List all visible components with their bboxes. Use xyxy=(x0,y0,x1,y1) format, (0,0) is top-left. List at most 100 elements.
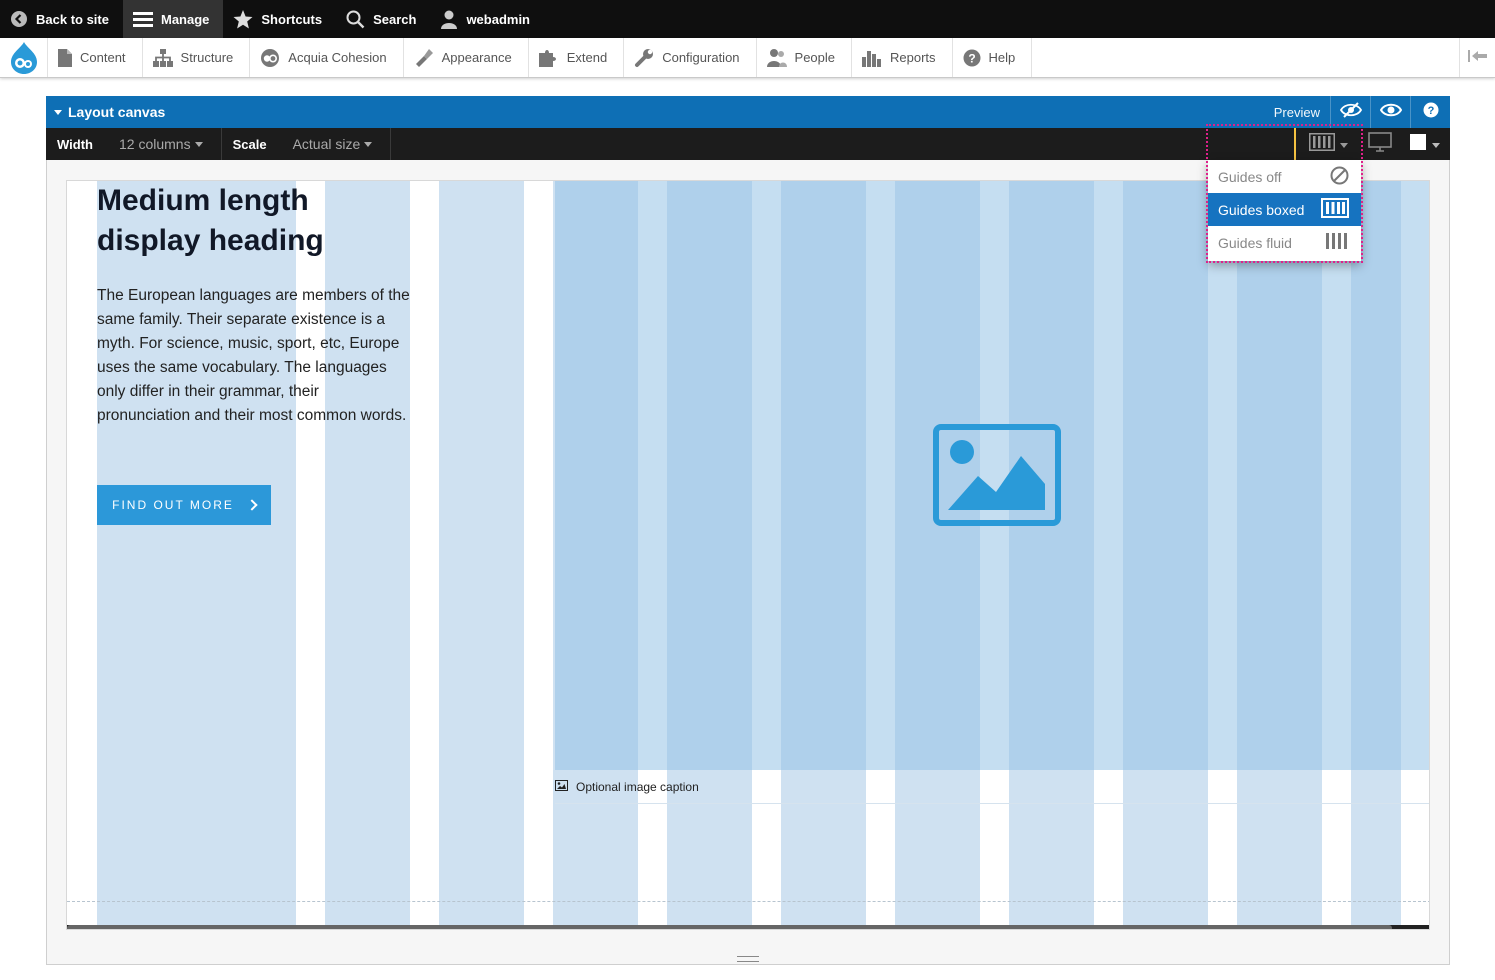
layout-canvas-stage: Optional image caption Medium length dis… xyxy=(66,180,1430,930)
back-arrow-icon xyxy=(10,10,28,28)
puzzle-icon xyxy=(538,49,559,67)
menu-help[interactable]: ? Help xyxy=(953,38,1033,77)
cohesion-icon xyxy=(260,48,280,68)
document-icon xyxy=(58,48,72,67)
layout-canvas-header: Layout canvas Preview ? xyxy=(46,96,1450,128)
canvas-bottom-divider xyxy=(67,901,1429,902)
width-label: Width xyxy=(57,136,93,152)
guides-dropdown-menu: Guides off Guides boxed Guides fluid xyxy=(1208,160,1361,261)
image-icon xyxy=(933,424,1061,531)
admin-menu-tray: Content Structure Acquia Cohesion Appear… xyxy=(0,38,1495,78)
guides-boxed-label: Guides boxed xyxy=(1218,201,1305,218)
image-small-icon xyxy=(555,779,568,794)
menu-extend-label: Extend xyxy=(566,50,608,65)
device-preview-button[interactable] xyxy=(1362,128,1398,160)
scrollbar-thumb[interactable] xyxy=(67,925,1392,929)
collapse-tray-button[interactable] xyxy=(1459,38,1495,77)
image-placeholder[interactable] xyxy=(555,181,1429,770)
guides-off-option[interactable]: Guides off xyxy=(1208,160,1361,193)
guides-off-label: Guides off xyxy=(1218,168,1282,185)
body-text: The European languages are members of th… xyxy=(97,287,410,424)
image-caption: Optional image caption xyxy=(555,770,1429,804)
preview-label: Preview xyxy=(1273,104,1320,120)
guides-toggle-button[interactable] xyxy=(1294,128,1360,160)
menu-extend[interactable]: Extend xyxy=(529,38,625,77)
hide-preview-button[interactable] xyxy=(1330,96,1370,128)
scale-label: Scale xyxy=(232,136,267,152)
background-color-button[interactable] xyxy=(1400,128,1450,160)
wrench-icon xyxy=(634,48,654,68)
eye-slash-icon xyxy=(1339,101,1362,123)
hamburger-icon xyxy=(132,11,153,27)
eye-icon xyxy=(1379,102,1402,123)
menu-appearance-label: Appearance xyxy=(441,50,512,65)
menu-configuration-label: Configuration xyxy=(662,50,740,65)
back-to-site-link[interactable]: Back to site xyxy=(0,0,123,38)
resize-handle-icon[interactable] xyxy=(737,956,759,962)
menu-content-label: Content xyxy=(80,50,126,65)
display-heading: Medium length display heading xyxy=(97,181,427,261)
guides-fluid-label: Guides fluid xyxy=(1218,234,1292,251)
people-icon xyxy=(766,48,787,67)
grid-guide-column xyxy=(439,181,524,929)
help-circle-icon: ? xyxy=(1423,102,1439,123)
manage-tab[interactable]: Manage xyxy=(122,0,224,38)
shortcuts-label: Shortcuts xyxy=(261,11,323,27)
search-label: Search xyxy=(373,11,417,27)
svg-text:?: ? xyxy=(1427,105,1434,117)
help-icon: ? xyxy=(963,49,981,67)
search-icon xyxy=(346,10,365,29)
chevron-right-icon xyxy=(246,499,258,511)
back-to-site-label: Back to site xyxy=(36,11,109,27)
menu-structure-label: Structure xyxy=(180,50,234,65)
horizontal-scrollbar[interactable] xyxy=(67,925,1429,929)
find-out-more-label: FIND OUT MORE xyxy=(112,498,234,512)
chevron-down-icon xyxy=(1339,135,1348,153)
admin-toolbar: Back to site Manage Shortcuts Search web… xyxy=(0,0,1495,38)
guides-fluid-option[interactable]: Guides fluid xyxy=(1208,226,1361,259)
image-caption-text: Optional image caption xyxy=(576,779,699,794)
columns-boxed-icon xyxy=(1321,198,1349,221)
menu-people-label: People xyxy=(794,50,836,65)
hierarchy-icon xyxy=(152,48,173,67)
layout-canvas-toolbar: Width 12 columns Scale Actual size xyxy=(46,128,1450,160)
manage-label: Manage xyxy=(160,11,210,27)
svg-text:?: ? xyxy=(968,51,975,65)
menu-appearance[interactable]: Appearance xyxy=(404,38,529,77)
display-heading-line: Medium length xyxy=(97,184,309,217)
menu-configuration[interactable]: Configuration xyxy=(624,38,757,77)
user-tab[interactable]: webadmin xyxy=(430,0,544,38)
preview-button[interactable] xyxy=(1370,96,1410,128)
user-label: webadmin xyxy=(466,11,531,27)
columns-fluid-icon xyxy=(1325,232,1349,253)
collapse-arrow-icon xyxy=(1467,49,1488,67)
menu-reports[interactable]: Reports xyxy=(852,38,953,77)
width-select[interactable]: 12 columns xyxy=(103,128,222,160)
star-icon xyxy=(233,9,253,29)
color-swatch-icon xyxy=(1410,133,1426,155)
menu-acquia-cohesion-label: Acquia Cohesion xyxy=(288,50,387,65)
canvas-help-button[interactable]: ? xyxy=(1410,96,1450,128)
menu-help-label: Help xyxy=(988,50,1016,65)
guides-boxed-option[interactable]: Guides boxed xyxy=(1208,193,1361,226)
find-out-more-button[interactable]: FIND OUT MORE xyxy=(97,485,271,525)
chevron-down-icon xyxy=(194,141,203,147)
drupal-logo[interactable] xyxy=(0,38,48,77)
width-value: 12 columns xyxy=(118,136,191,152)
display-heading-line: display heading xyxy=(97,224,324,257)
scale-select[interactable]: Actual size xyxy=(277,128,392,160)
menu-structure[interactable]: Structure xyxy=(143,38,251,77)
bar-chart-icon xyxy=(862,49,882,67)
menu-acquia-cohesion[interactable]: Acquia Cohesion xyxy=(250,38,404,77)
menu-reports-label: Reports xyxy=(890,50,936,65)
paintbrush-icon xyxy=(414,48,434,68)
menu-people[interactable]: People xyxy=(757,38,853,77)
no-entry-icon xyxy=(1330,166,1349,188)
menu-content[interactable]: Content xyxy=(48,38,143,77)
search-tab[interactable]: Search xyxy=(336,0,430,38)
layout-canvas-title[interactable]: Layout canvas xyxy=(68,104,165,120)
shortcuts-tab[interactable]: Shortcuts xyxy=(223,0,336,38)
collapse-caret-icon[interactable] xyxy=(54,109,62,115)
scale-value: Actual size xyxy=(292,136,361,152)
chevron-down-icon xyxy=(1432,135,1440,153)
